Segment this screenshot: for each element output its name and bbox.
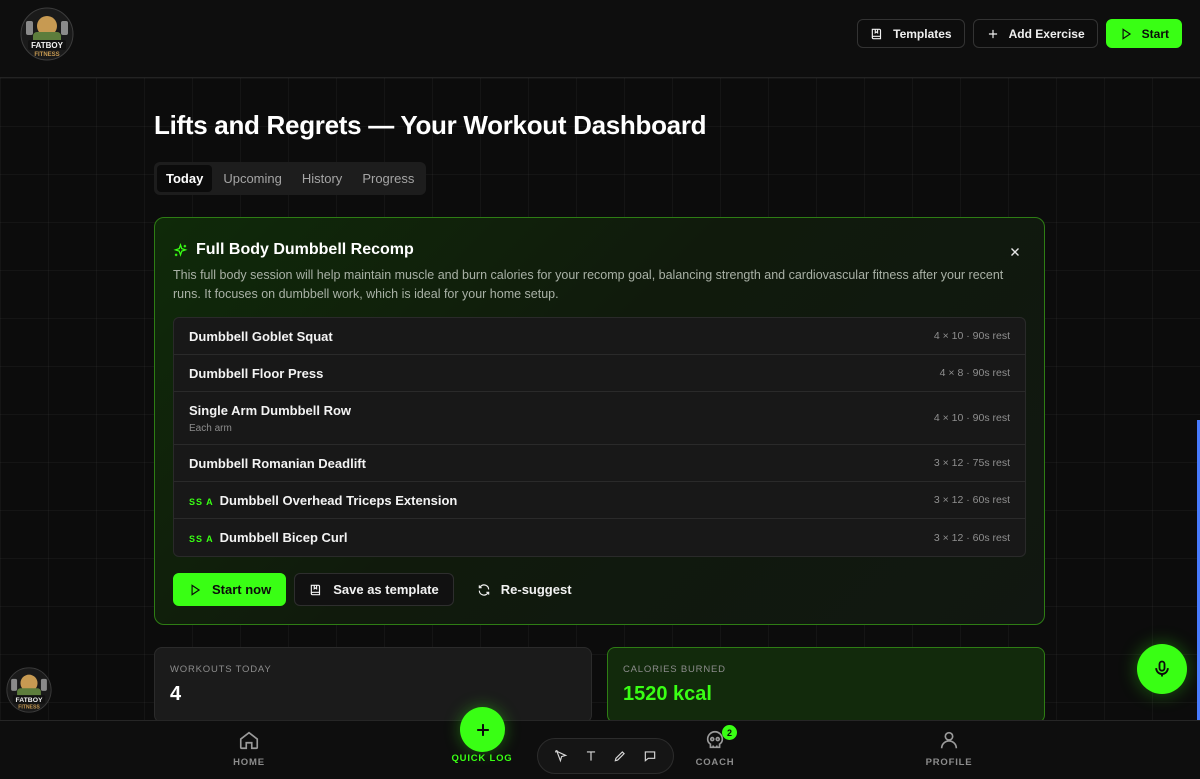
plan-title: Full Body Dumbbell Recomp [196,241,414,258]
exercise-row[interactable]: Dumbbell Goblet Squat 4 × 10 · 90s rest [174,318,1025,355]
coach-badge: 2 [722,725,737,740]
quick-log-button[interactable] [460,707,505,752]
workouts-today-label: WORKOUTS TODAY [170,664,272,675]
save-template-label: Save as template [333,582,439,597]
calories-burned-label: CALORIES BURNED [623,664,726,675]
close-icon[interactable] [1008,245,1022,259]
exercise-name: Dumbbell Floor Press [189,365,324,381]
floating-logo[interactable]: FATBOY FITNESS [6,665,52,715]
start-now-button[interactable]: Start now [173,573,287,606]
superset-tag: SS A [189,534,214,544]
exercise-meta: 4 × 10 · 90s rest [933,412,1010,424]
start-label: Start [1141,26,1169,41]
tab-progress[interactable]: Progress [353,165,423,192]
exercise-row[interactable]: SS A Dumbbell Bicep Curl 3 × 12 · 60s res… [174,519,1025,556]
home-icon [239,731,259,750]
top-bar: FATBOY FITNESS Templates Add Exercise St… [0,0,1200,78]
templates-label: Templates [893,26,952,41]
workouts-today-value: 4 [170,683,182,705]
mic-icon [1155,660,1169,677]
exercise-meta: 3 × 12 · 60s rest [933,494,1010,506]
user-icon [940,731,958,749]
exercise-meta: 4 × 8 · 90s rest [939,367,1010,379]
nav-home-label: HOME [233,757,265,768]
plan-header: Full Body Dumbbell Recomp [173,241,414,259]
exercise-meta: 3 × 12 · 60s rest [933,531,1010,544]
text-icon[interactable] [584,749,598,763]
re-suggest-label: Re-suggest [500,582,572,597]
exercise-name: Dumbbell Romanian Deadlift [189,455,366,471]
fatboy-fitness-logo[interactable]: FATBOY FITNESS [20,6,74,62]
nav-coach-label: COACH [695,757,735,768]
plus-icon [988,29,997,38]
svg-text:FITNESS: FITNESS [18,705,40,711]
tab-today[interactable]: Today [157,165,213,192]
start-now-label: Start now [212,582,272,597]
book-icon [310,584,321,595]
plus-icon [476,723,489,736]
comment-icon[interactable] [643,749,657,763]
page-title: Lifts and Regrets — Your Workout Dashboa… [154,110,707,140]
pencil-icon[interactable] [613,749,627,763]
exercise-note: Each arm [189,422,232,434]
nav-profile[interactable]: PROFILE [904,729,994,768]
suggested-workout-card: Full Body Dumbbell Recomp This full body… [154,217,1045,625]
add-exercise-label: Add Exercise [1008,26,1085,41]
tab-history[interactable]: History [293,165,351,192]
exercise-name: Dumbbell Goblet Squat [189,328,333,344]
add-exercise-button[interactable]: Add Exercise [972,19,1098,48]
calories-burned-card: CALORIES BURNED 1520 kcal [607,647,1045,723]
svg-text:FITNESS: FITNESS [34,52,59,58]
select-pointer-icon[interactable] [554,749,568,763]
refresh-icon [478,583,489,596]
start-button[interactable]: Start [1105,19,1182,48]
exercise-list: Dumbbell Goblet Squat 4 × 10 · 90s rest … [173,317,1026,557]
exercise-row[interactable]: Single Arm Dumbbell Row Each arm 4 × 10 … [174,392,1025,445]
book-icon [871,28,882,39]
tab-upcoming[interactable]: Upcoming [214,165,291,192]
voice-input-button[interactable] [1137,644,1187,694]
workouts-today-card: WORKOUTS TODAY 4 [154,647,592,723]
tab-bar: Today Upcoming History Progress [154,162,427,195]
plan-description: This full body session will help maintai… [173,268,1004,301]
play-icon [191,583,201,596]
nav-home[interactable]: HOME [204,729,294,768]
superset-tag: SS A [189,496,214,507]
play-icon [1122,27,1131,40]
annotation-toolbar [537,738,674,774]
exercise-meta: 4 × 10 · 90s rest [933,330,1010,342]
nav-coach[interactable]: 2 COACH [670,725,760,768]
exercise-row[interactable]: Dumbbell Floor Press 4 × 8 · 90s rest [174,355,1025,392]
exercise-name: Single Arm Dumbbell Row [189,402,352,418]
calories-burned-value: 1520 kcal [623,683,712,705]
re-suggest-button[interactable]: Re-suggest [462,573,587,606]
exercise-meta: 3 × 12 · 75s rest [933,457,1010,469]
svg-text:FATBOY: FATBOY [15,697,43,704]
exercise-name: Dumbbell Overhead Triceps Extension [219,492,458,508]
exercise-row[interactable]: SS A Dumbbell Overhead Triceps Extension … [174,482,1025,519]
sparkle-icon [173,242,188,257]
exercise-name: Dumbbell Bicep Curl [219,530,348,545]
nav-quick-log-label: QUICK LOG [451,753,513,764]
templates-button[interactable]: Templates [857,19,965,48]
save-as-template-button[interactable]: Save as template [294,573,454,606]
exercise-row[interactable]: Dumbbell Romanian Deadlift 3 × 12 · 75s … [174,445,1025,482]
nav-quick-log[interactable]: QUICK LOG [437,753,527,764]
plan-actions: Start now Save as template Re-suggest [173,573,587,606]
svg-text:FATBOY: FATBOY [31,41,64,50]
nav-profile-label: PROFILE [925,757,973,768]
